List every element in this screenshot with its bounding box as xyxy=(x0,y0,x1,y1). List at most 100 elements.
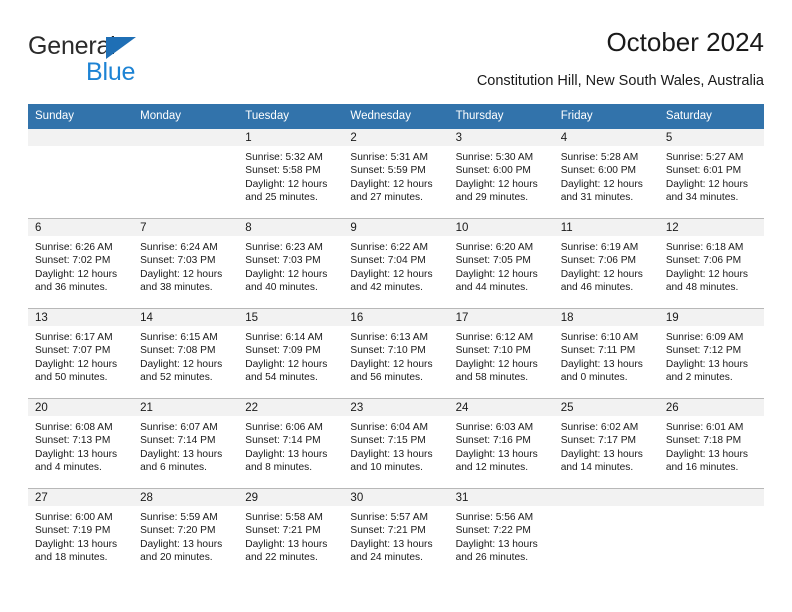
day-cell-1[interactable]: 1 Sunrise: 5:32 AM Sunset: 5:58 PM Daylight… xyxy=(238,129,344,218)
day-detail-line: Sunset: 7:19 PM xyxy=(35,525,111,537)
day-cell-14[interactable]: 14 Sunrise: 6:15 AM Sunset: 7:08 PM Dayligh… xyxy=(133,309,239,398)
day-detail-line: Sunset: 6:00 PM xyxy=(560,165,637,177)
day-cell-18[interactable]: 18 Sunrise: 6:10 AM Sunset: 7:11 PM Dayligh… xyxy=(553,309,659,398)
generalblue-logo[interactable]: General Blue xyxy=(28,32,218,90)
day-details: Sunrise: 6:12 AM Sunset: 7:10 PM Daylight:… xyxy=(449,326,554,385)
day-number: 31 xyxy=(448,489,554,506)
day-detail-line: and 54 minutes. xyxy=(245,372,318,384)
day-number: 14 xyxy=(133,309,239,326)
day-cell-27[interactable]: 27 Sunrise: 6:00 AM Sunset: 7:19 PM Dayligh… xyxy=(28,489,134,578)
day-number: 16 xyxy=(343,309,449,326)
day-detail-line: Sunset: 7:11 PM xyxy=(560,345,636,357)
day-detail-line: Sunrise: 5:58 AM xyxy=(245,512,323,523)
day-cell-23[interactable]: 23 Sunrise: 6:04 AM Sunset: 7:15 PM Dayligh… xyxy=(343,399,449,488)
day-cell-24[interactable]: 24 Sunrise: 6:03 AM Sunset: 7:16 PM Dayligh… xyxy=(448,399,554,488)
day-cell-5[interactable]: 5 Sunrise: 5:27 AM Sunset: 6:01 PM Daylight… xyxy=(658,129,764,218)
day-detail-line: and 36 minutes. xyxy=(35,282,108,294)
calendar-week-row: 13 Sunrise: 6:17 AM Sunset: 7:07 PM Dayligh… xyxy=(28,308,764,398)
day-detail-line: Sunset: 7:04 PM xyxy=(350,255,426,267)
day-details: Sunrise: 6:15 AM Sunset: 7:08 PM Daylight:… xyxy=(133,326,238,385)
day-cell-6[interactable]: 6 Sunrise: 6:26 AM Sunset: 7:02 PM Daylight… xyxy=(28,219,134,308)
day-cell-15[interactable]: 15 Sunrise: 6:14 AM Sunset: 7:09 PM Dayligh… xyxy=(238,309,344,398)
day-cell-9[interactable]: 9 Sunrise: 6:22 AM Sunset: 7:04 PM Daylight… xyxy=(343,219,449,308)
title-block: October 2024 Constitution Hill, New Sout… xyxy=(477,26,764,91)
day-number xyxy=(658,489,764,506)
day-detail-line: and 25 minutes. xyxy=(245,192,318,204)
day-detail-line: Sunset: 7:10 PM xyxy=(455,345,531,357)
day-number: 26 xyxy=(658,399,764,416)
day-detail-line: Sunset: 7:10 PM xyxy=(350,345,426,357)
day-number: 7 xyxy=(133,219,239,236)
day-details xyxy=(28,146,133,151)
day-detail-line: Sunset: 7:20 PM xyxy=(140,525,216,537)
day-details xyxy=(133,146,238,151)
logo-text-blue: Blue xyxy=(86,58,136,86)
day-detail-line: Daylight: 12 hours xyxy=(245,268,328,280)
weekday-header-row: Sunday Monday Tuesday Wednesday Thursday Frid… xyxy=(28,104,764,129)
day-cell-31[interactable]: 31 Sunrise: 5:56 AM Sunset: 7:22 PM Dayligh… xyxy=(448,489,554,578)
day-detail-line: Daylight: 13 hours xyxy=(140,448,223,460)
day-detail-line: Sunset: 7:13 PM xyxy=(35,435,111,447)
day-detail-line: Sunrise: 6:03 AM xyxy=(455,422,534,433)
day-detail-line: and 42 minutes. xyxy=(350,282,423,294)
day-cell-22[interactable]: 22 Sunrise: 6:06 AM Sunset: 7:14 PM Dayligh… xyxy=(238,399,344,488)
day-cell-21[interactable]: 21 Sunrise: 6:07 AM Sunset: 7:14 PM Dayligh… xyxy=(133,399,239,488)
day-details: Sunrise: 6:06 AM Sunset: 7:14 PM Daylight:… xyxy=(238,416,343,475)
day-number: 18 xyxy=(553,309,659,326)
day-cell-28[interactable]: 28 Sunrise: 5:59 AM Sunset: 7:20 PM Dayligh… xyxy=(133,489,239,578)
day-details: Sunrise: 5:58 AM Sunset: 7:21 PM Daylight:… xyxy=(238,506,343,565)
day-detail-line: Sunrise: 6:08 AM xyxy=(35,422,113,433)
day-cell-26[interactable]: 26 Sunrise: 6:01 AM Sunset: 7:18 PM Dayligh… xyxy=(658,399,764,488)
day-cell-2[interactable]: 2 Sunrise: 5:31 AM Sunset: 5:59 PM Daylight… xyxy=(343,129,449,218)
day-cell-16[interactable]: 16 Sunrise: 6:13 AM Sunset: 7:10 PM Dayligh… xyxy=(343,309,449,398)
day-number: 27 xyxy=(28,489,134,506)
day-detail-line: Daylight: 12 hours xyxy=(560,268,643,280)
day-cell-30[interactable]: 30 Sunrise: 5:57 AM Sunset: 7:21 PM Dayligh… xyxy=(343,489,449,578)
day-details: Sunrise: 6:04 AM Sunset: 7:15 PM Daylight:… xyxy=(343,416,448,475)
day-cell-17[interactable]: 17 Sunrise: 6:12 AM Sunset: 7:10 PM Dayligh… xyxy=(448,309,554,398)
day-details: Sunrise: 6:14 AM Sunset: 7:09 PM Daylight:… xyxy=(238,326,343,385)
day-cell-11[interactable]: 11 Sunrise: 6:19 AM Sunset: 7:06 PM Dayligh… xyxy=(553,219,659,308)
day-detail-line: Daylight: 13 hours xyxy=(245,538,328,550)
day-details: Sunrise: 6:01 AM Sunset: 7:18 PM Daylight:… xyxy=(659,416,764,475)
day-detail-line: Sunset: 5:58 PM xyxy=(245,165,321,177)
day-detail-line: Sunrise: 5:59 AM xyxy=(140,512,218,523)
day-cell-8[interactable]: 8 Sunrise: 6:23 AM Sunset: 7:03 PM Daylight… xyxy=(238,219,344,308)
day-cell-3[interactable]: 3 Sunrise: 5:30 AM Sunset: 6:00 PM Daylight… xyxy=(448,129,554,218)
day-cell-4[interactable]: 4 Sunrise: 5:28 AM Sunset: 6:00 PM Daylight… xyxy=(553,129,659,218)
day-cell-10[interactable]: 10 Sunrise: 6:20 AM Sunset: 7:05 PM Dayligh… xyxy=(448,219,554,308)
day-detail-line: Daylight: 13 hours xyxy=(560,448,643,460)
day-detail-line: Sunset: 7:07 PM xyxy=(35,345,111,357)
day-cell-12[interactable]: 12 Sunrise: 6:18 AM Sunset: 7:06 PM Dayligh… xyxy=(658,219,764,308)
day-details: Sunrise: 6:09 AM Sunset: 7:12 PM Daylight:… xyxy=(659,326,764,385)
day-cell-29[interactable]: 29 Sunrise: 5:58 AM Sunset: 7:21 PM Dayligh… xyxy=(238,489,344,578)
day-detail-line: and 50 minutes. xyxy=(35,372,108,384)
day-detail-line: Sunrise: 6:09 AM xyxy=(665,332,744,343)
day-details: Sunrise: 5:56 AM Sunset: 7:22 PM Daylight:… xyxy=(449,506,554,565)
day-detail-line: Sunset: 7:16 PM xyxy=(455,435,531,447)
day-number xyxy=(553,489,659,506)
day-cell-19[interactable]: 19 Sunrise: 6:09 AM Sunset: 7:12 PM Dayligh… xyxy=(658,309,764,398)
day-number: 22 xyxy=(238,399,344,416)
day-detail-line: and 52 minutes. xyxy=(140,372,213,384)
day-detail-line: and 22 minutes. xyxy=(245,552,318,564)
day-cell-7[interactable]: 7 Sunrise: 6:24 AM Sunset: 7:03 PM Daylight… xyxy=(133,219,239,308)
day-number: 11 xyxy=(553,219,659,236)
day-detail-line: and 29 minutes. xyxy=(455,192,529,204)
day-detail-line: Sunrise: 6:19 AM xyxy=(560,242,639,253)
day-cell-20[interactable]: 20 Sunrise: 6:08 AM Sunset: 7:13 PM Dayligh… xyxy=(28,399,134,488)
day-detail-line: Sunrise: 5:30 AM xyxy=(455,152,534,163)
day-details xyxy=(659,506,764,511)
day-cell-13[interactable]: 13 Sunrise: 6:17 AM Sunset: 7:07 PM Dayligh… xyxy=(28,309,134,398)
day-cell-25[interactable]: 25 Sunrise: 6:02 AM Sunset: 7:17 PM Dayligh… xyxy=(553,399,659,488)
day-detail-line: and 0 minutes. xyxy=(560,372,628,384)
day-details: Sunrise: 6:00 AM Sunset: 7:19 PM Daylight:… xyxy=(28,506,133,565)
day-detail-line: Daylight: 12 hours xyxy=(350,178,433,190)
day-detail-line: Sunset: 7:15 PM xyxy=(350,435,426,447)
page-subtitle: Constitution Hill, New South Wales, Aust… xyxy=(476,73,764,89)
day-details: Sunrise: 5:28 AM Sunset: 6:00 PM Daylight:… xyxy=(554,146,659,205)
day-detail-line: and 18 minutes. xyxy=(35,552,108,564)
day-detail-line: Sunset: 7:06 PM xyxy=(665,255,742,267)
day-details: Sunrise: 6:17 AM Sunset: 7:07 PM Daylight:… xyxy=(28,326,133,385)
day-detail-line: Sunset: 7:22 PM xyxy=(455,525,531,537)
